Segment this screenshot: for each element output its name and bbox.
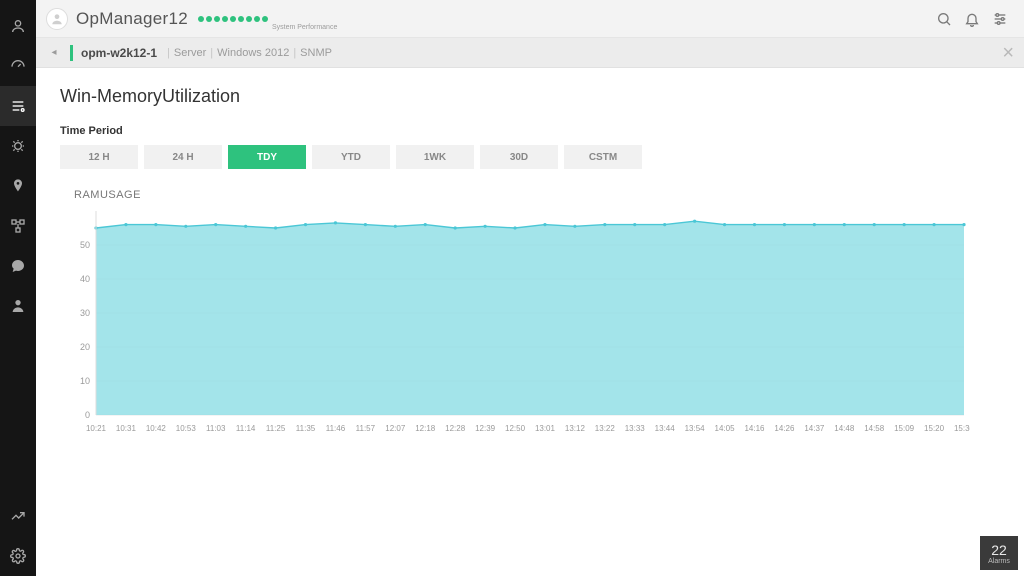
svg-text:20: 20	[80, 342, 90, 352]
svg-text:11:03: 11:03	[206, 424, 226, 433]
perf-dots	[198, 16, 268, 22]
time-tab-30d[interactable]: 30D	[480, 145, 558, 169]
alarms-badge[interactable]: 22 Alarms	[980, 536, 1018, 570]
perf-label: System Performance	[272, 24, 337, 31]
svg-text:15:20: 15:20	[924, 424, 945, 433]
sidebar-network-icon[interactable]	[0, 206, 36, 246]
breadcrumb-part: Server	[174, 47, 206, 59]
bell-icon[interactable]	[958, 5, 986, 33]
svg-text:14:05: 14:05	[715, 424, 736, 433]
chart: 0 10 20 30 40 50 10:21 10:31 10:42 10:53 11:03 11:1…	[60, 207, 970, 442]
alarms-count: 22	[991, 542, 1007, 558]
svg-text:10:21: 10:21	[86, 424, 107, 433]
svg-text:14:16: 14:16	[744, 424, 765, 433]
avatar[interactable]	[46, 8, 68, 30]
breadcrumb-part: SNMP	[300, 47, 332, 59]
svg-text:11:14: 11:14	[236, 424, 256, 433]
back-button[interactable]: ◂	[46, 47, 62, 58]
time-tab-12h[interactable]: 12 H	[60, 145, 138, 169]
time-period-tabs: 12 H24 HTDYYTD1WK30DCSTM	[60, 145, 1000, 169]
svg-text:13:01: 13:01	[535, 424, 556, 433]
breadcrumb-sep: |	[167, 47, 170, 59]
svg-text:14:58: 14:58	[864, 424, 885, 433]
sidebar-gear-icon[interactable]	[0, 536, 36, 576]
svg-text:12:39: 12:39	[475, 424, 496, 433]
svg-text:12:50: 12:50	[505, 424, 526, 433]
topbar: OpManager12 System Performance	[36, 0, 1024, 38]
sidebar-list-icon[interactable]	[0, 86, 36, 126]
svg-text:13:22: 13:22	[595, 424, 616, 433]
svg-text:13:33: 13:33	[625, 424, 646, 433]
breadcrumb-sep: |	[293, 47, 296, 59]
breadcrumb-accent	[70, 45, 73, 61]
svg-text:30: 30	[80, 308, 90, 318]
breadcrumb: ◂ opm-w2k12-1 |Server|Windows 2012|SNMP …	[36, 38, 1024, 68]
svg-text:50: 50	[80, 240, 90, 250]
content: Win-MemoryUtilization Time Period 12 H24…	[36, 68, 1024, 576]
sidebar-chat-icon[interactable]	[0, 246, 36, 286]
sidebar-gauge-icon[interactable]	[0, 46, 36, 86]
time-tab-ytd[interactable]: YTD	[312, 145, 390, 169]
sidebar-pin-icon[interactable]	[0, 166, 36, 206]
svg-text:12:07: 12:07	[385, 424, 406, 433]
main-area: OpManager12 System Performance ◂ opm-w2k…	[36, 0, 1024, 576]
svg-text:10:31: 10:31	[116, 424, 137, 433]
sidebar-alert-icon[interactable]	[0, 126, 36, 166]
svg-text:11:57: 11:57	[356, 424, 376, 433]
close-icon[interactable]: ×	[1002, 43, 1014, 63]
svg-text:12:18: 12:18	[415, 424, 436, 433]
sidebar	[0, 0, 36, 576]
svg-text:10:42: 10:42	[146, 424, 167, 433]
time-period-label: Time Period	[60, 125, 1000, 137]
page-title: Win-MemoryUtilization	[60, 86, 1000, 107]
sidebar-user-icon[interactable]	[0, 6, 36, 46]
svg-text:14:26: 14:26	[774, 424, 795, 433]
svg-text:12:28: 12:28	[445, 424, 466, 433]
time-tab-tdy[interactable]: TDY	[228, 145, 306, 169]
time-tab-cstm[interactable]: CSTM	[564, 145, 642, 169]
sidebar-person-icon[interactable]	[0, 286, 36, 326]
svg-text:11:46: 11:46	[326, 424, 346, 433]
time-tab-1wk[interactable]: 1WK	[396, 145, 474, 169]
svg-text:10: 10	[80, 376, 90, 386]
settings-sliders-icon[interactable]	[986, 5, 1014, 33]
svg-text:0: 0	[85, 410, 90, 420]
svg-text:13:54: 13:54	[685, 424, 706, 433]
breadcrumb-part: Windows 2012	[217, 47, 289, 59]
breadcrumb-sep: |	[210, 47, 213, 59]
svg-text:11:35: 11:35	[296, 424, 316, 433]
alarms-label: Alarms	[988, 558, 1010, 565]
svg-text:14:48: 14:48	[834, 424, 855, 433]
svg-text:13:12: 13:12	[565, 424, 586, 433]
svg-text:11:25: 11:25	[266, 424, 286, 433]
svg-text:13:44: 13:44	[655, 424, 676, 433]
svg-text:15:09: 15:09	[894, 424, 915, 433]
svg-text:14:37: 14:37	[804, 424, 825, 433]
svg-text:15:30: 15:30	[954, 424, 970, 433]
time-tab-24h[interactable]: 24 H	[144, 145, 222, 169]
chart-title: RAMUSAGE	[74, 189, 1000, 201]
svg-text:10:53: 10:53	[176, 424, 197, 433]
sidebar-trend-icon[interactable]	[0, 496, 36, 536]
breadcrumb-host[interactable]: opm-w2k12-1	[81, 46, 157, 60]
brand-title: OpManager12	[76, 9, 188, 29]
search-icon[interactable]	[930, 5, 958, 33]
svg-text:40: 40	[80, 274, 90, 284]
